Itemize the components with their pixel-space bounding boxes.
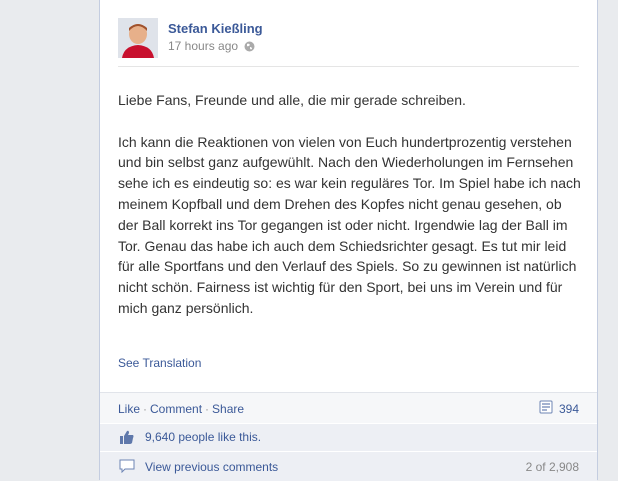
share-count-value: 394 (558, 401, 579, 416)
post-meta: 17 hours ago (168, 39, 255, 53)
post-time[interactable]: 17 hours ago (168, 39, 238, 53)
separator: · (205, 402, 210, 416)
post-body: Liebe Fans, Freunde und alle, die mir ge… (118, 92, 581, 316)
share-count[interactable]: 394 (539, 400, 579, 417)
share-link[interactable]: Share (212, 402, 244, 416)
comments-row: View previous comments 2 of 2,908 (100, 451, 597, 481)
view-previous-comments[interactable]: View previous comments (145, 460, 278, 474)
comment-count: 2 of 2,908 (525, 460, 579, 474)
post-card: Stefan Kießling 17 hours ago Liebe Fans,… (99, 0, 598, 481)
action-bar: Like · Comment · Share 394 (100, 392, 597, 424)
thumbs-up-icon (119, 429, 135, 445)
author-name[interactable]: Stefan Kießling (168, 21, 263, 36)
likes-text[interactable]: 9,640 people like this. (145, 430, 261, 444)
action-links: Like · Comment · Share (118, 402, 244, 416)
post-header: Stefan Kießling 17 hours ago (118, 18, 579, 62)
globe-icon (244, 41, 255, 52)
comment-link[interactable]: Comment (150, 402, 202, 416)
like-link[interactable]: Like (118, 402, 140, 416)
share-count-icon (539, 400, 553, 417)
avatar[interactable] (118, 18, 158, 58)
likes-row: 9,640 people like this. (100, 423, 597, 451)
header-divider (118, 66, 579, 67)
separator: · (143, 402, 148, 416)
see-translation-link[interactable]: See Translation (118, 356, 201, 370)
comment-bubble-icon (119, 459, 135, 474)
